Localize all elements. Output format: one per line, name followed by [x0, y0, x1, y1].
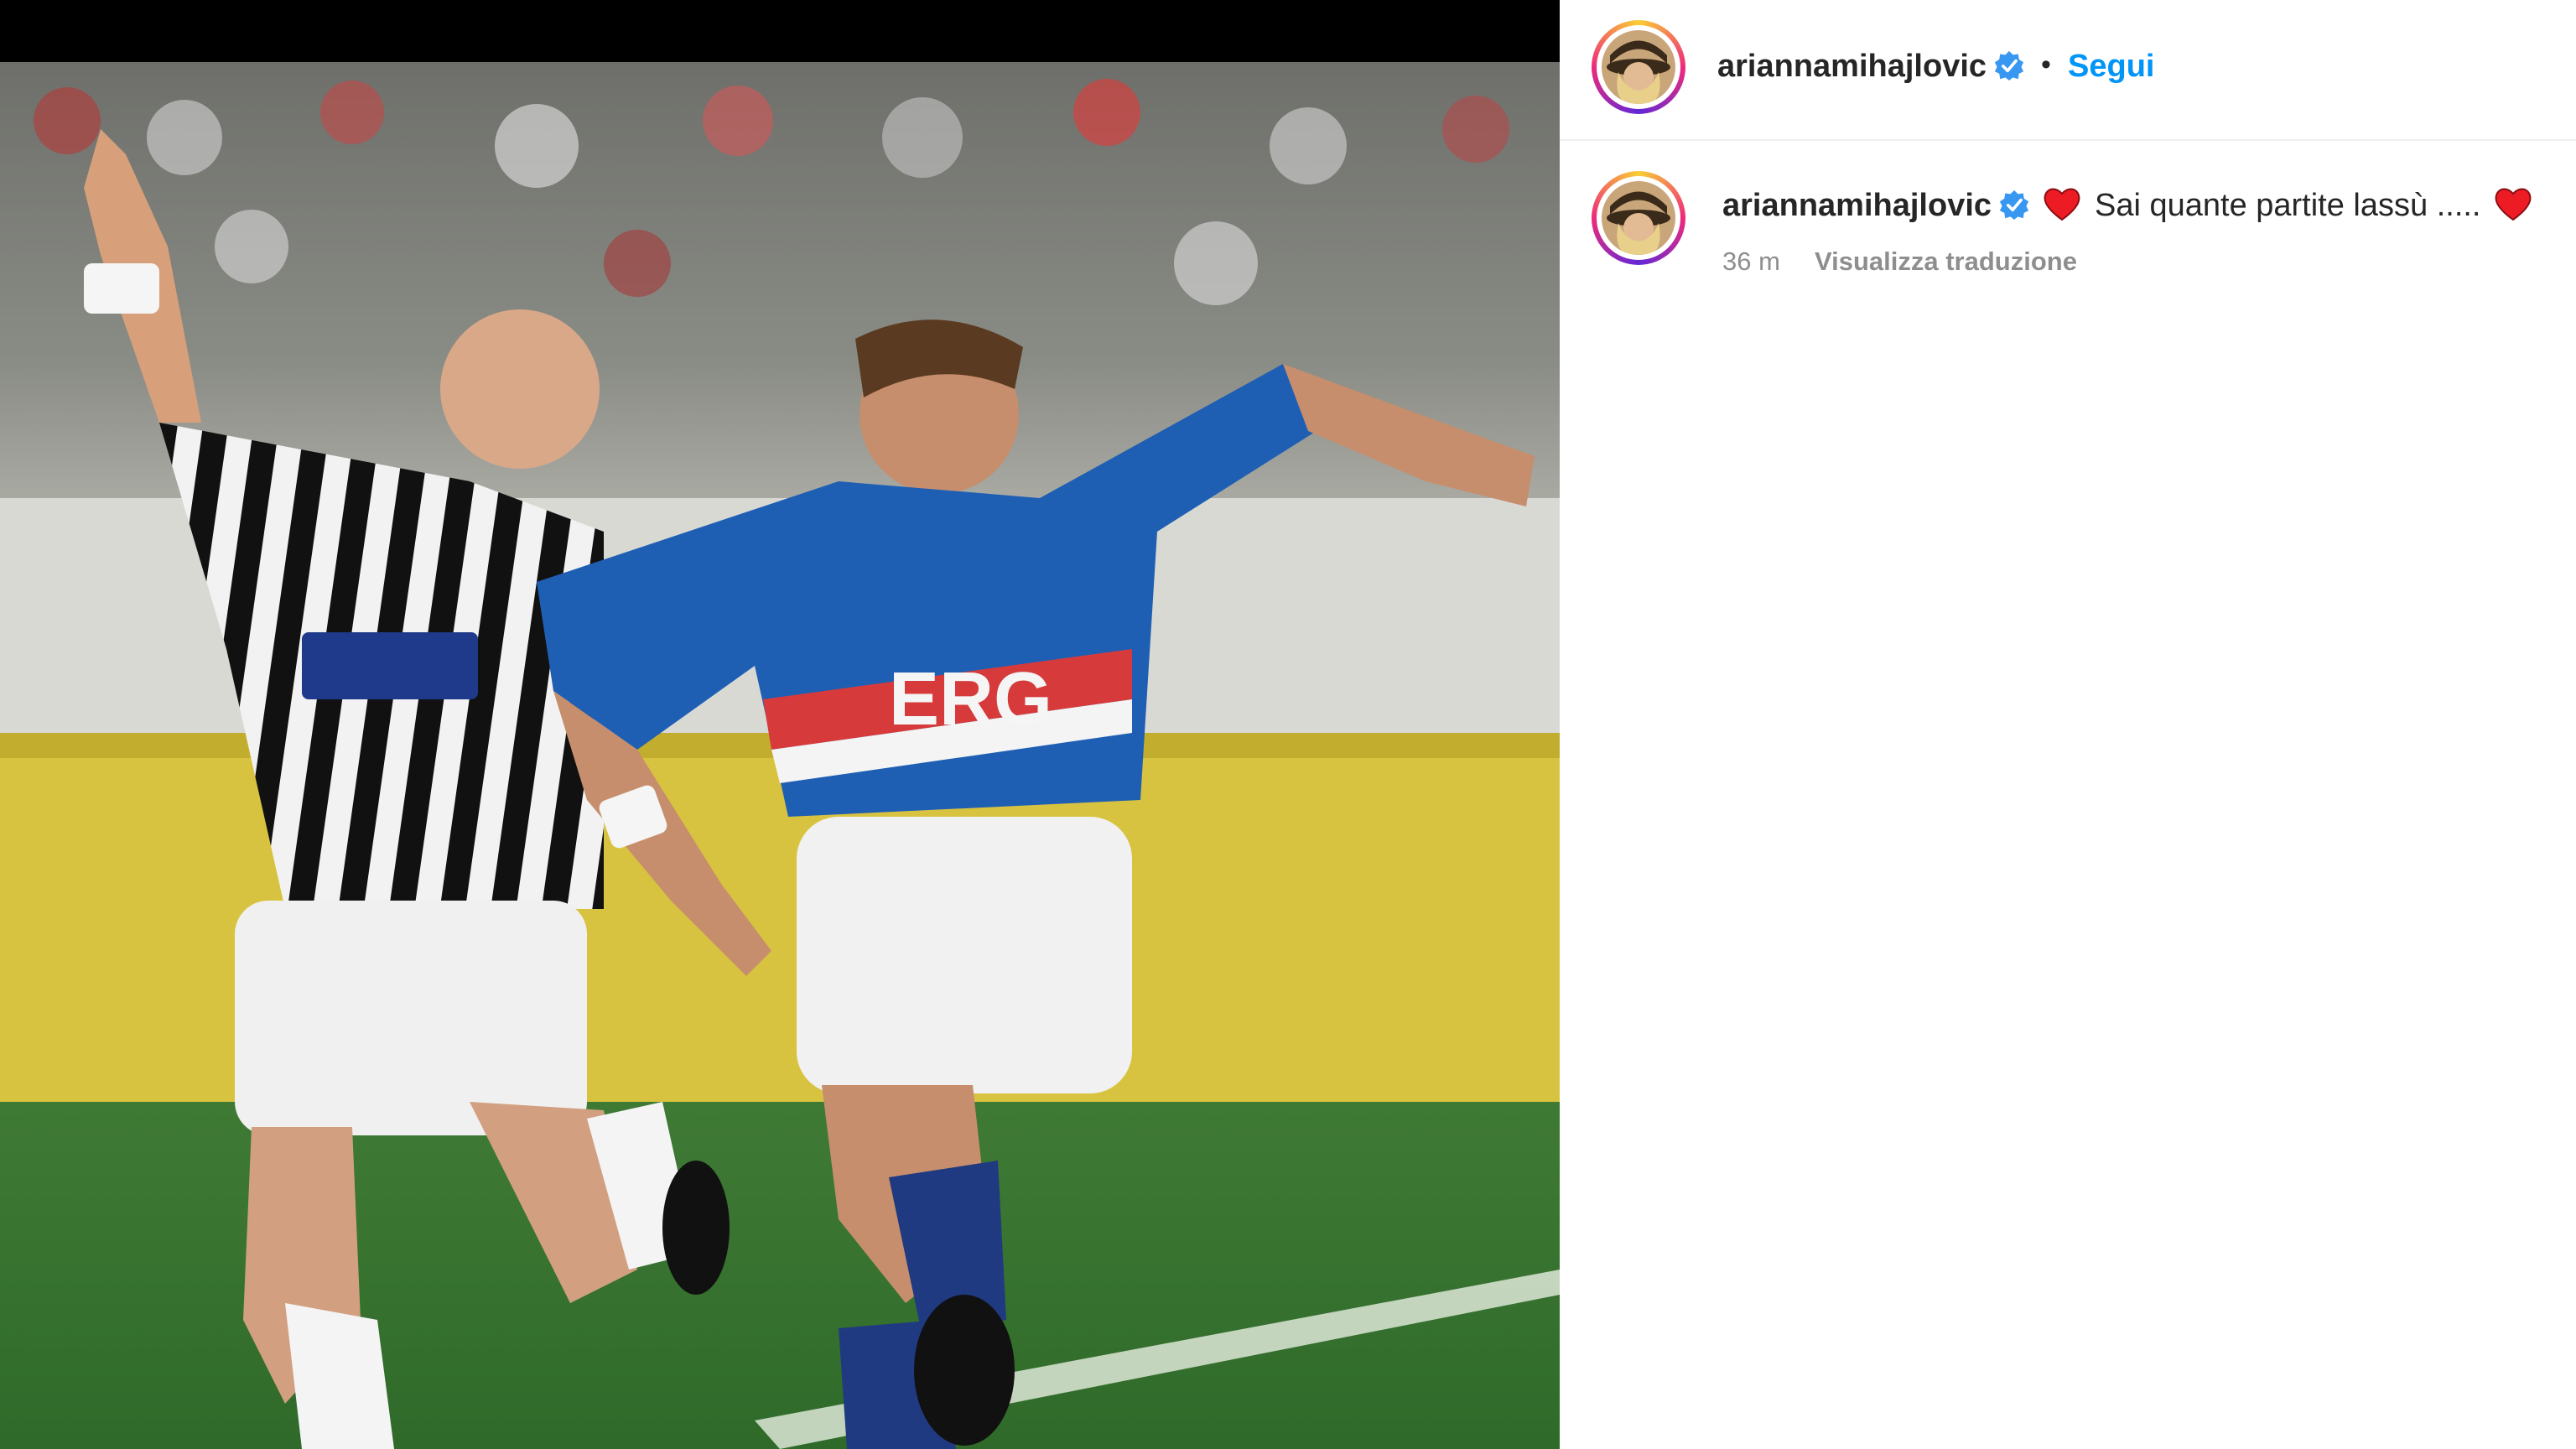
post-sidebar: ariannamihajlovic • Segui ariannamihajlo… [1560, 0, 2576, 1449]
comment-time: 36 m [1722, 247, 1780, 276]
verified-badge-icon [1994, 50, 2024, 80]
football-match-photo: ERG [0, 62, 1560, 1449]
profile-photo-icon [1602, 181, 1675, 255]
post-header: ariannamihajlovic • Segui [1560, 0, 2576, 141]
header-username[interactable]: ariannamihajlovic [1717, 49, 1987, 85]
red-heart-icon [2495, 188, 2532, 221]
caption-text: Sai quante partite lassù ..... [2095, 188, 2481, 223]
caption-avatar[interactable] [1592, 171, 1685, 265]
caption-username[interactable]: ariannamihajlovic [1722, 188, 1992, 224]
header-separator: • [2041, 49, 2051, 80]
post-media[interactable]: ERG [0, 0, 1560, 1449]
see-translation-link[interactable]: Visualizza traduzione [1815, 247, 2077, 277]
avatar[interactable] [1592, 20, 1685, 114]
svg-text:ERG: ERG [889, 657, 1052, 741]
verified-badge-icon [1999, 190, 2029, 220]
follow-button[interactable]: Segui [2068, 49, 2154, 85]
profile-photo-icon [1602, 30, 1675, 104]
red-heart-icon [2044, 188, 2080, 221]
